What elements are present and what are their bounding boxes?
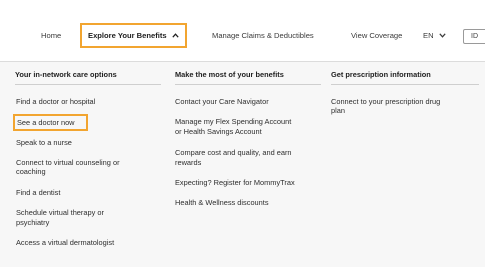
id-card-button[interactable]: ID [463,29,485,44]
nav-manage-claims[interactable]: Manage Claims & Deductibles [212,29,314,43]
link-virtual-therapy-line2[interactable]: psychiatry [16,218,49,228]
nav-home[interactable]: Home [41,29,61,43]
link-compare-cost-line2[interactable]: rewards [175,158,201,168]
language-label: EN [423,31,434,40]
column-divider [15,84,161,85]
link-virtual-dermatologist[interactable]: Access a virtual dermatologist [16,238,114,248]
nav-explore-label: Explore Your Benefits [88,31,167,40]
link-prescription-plan[interactable]: Connect to your prescription drug [331,97,440,107]
chevron-down-icon [439,29,446,43]
link-virtual-therapy[interactable]: Schedule virtual therapy or [16,208,104,218]
column-divider [175,84,321,85]
top-navigation-bar: Home Explore Your Benefits Manage Claims… [0,0,485,62]
link-prescription-plan-line2[interactable]: plan [331,106,345,116]
column-heading-care-options: Your in-network care options [15,70,117,79]
link-care-navigator[interactable]: Contact your Care Navigator [175,97,269,107]
link-see-doctor-now[interactable]: See a doctor now [17,118,75,128]
link-wellness-discounts[interactable]: Health & Wellness discounts [175,198,269,208]
nav-explore-your-benefits[interactable]: Explore Your Benefits [88,29,179,43]
link-find-dentist[interactable]: Find a dentist [16,188,60,198]
column-divider [331,84,479,85]
language-selector[interactable]: EN [423,29,446,43]
column-heading-benefits: Make the most of your benefits [175,70,284,79]
link-flex-spending-line2[interactable]: or Health Savings Account [175,127,262,137]
link-compare-cost[interactable]: Compare cost and quality, and earn [175,148,292,158]
chevron-up-icon [172,29,179,43]
link-find-doctor[interactable]: Find a doctor or hospital [16,97,95,107]
link-virtual-counseling-line2[interactable]: coaching [16,167,46,177]
nav-view-coverage[interactable]: View Coverage [351,29,402,43]
link-mommytrax[interactable]: Expecting? Register for MommyTrax [175,178,295,188]
link-speak-to-nurse[interactable]: Speak to a nurse [16,138,72,148]
link-flex-spending[interactable]: Manage my Flex Spending Account [175,117,291,127]
column-heading-prescription: Get prescription information [331,70,431,79]
